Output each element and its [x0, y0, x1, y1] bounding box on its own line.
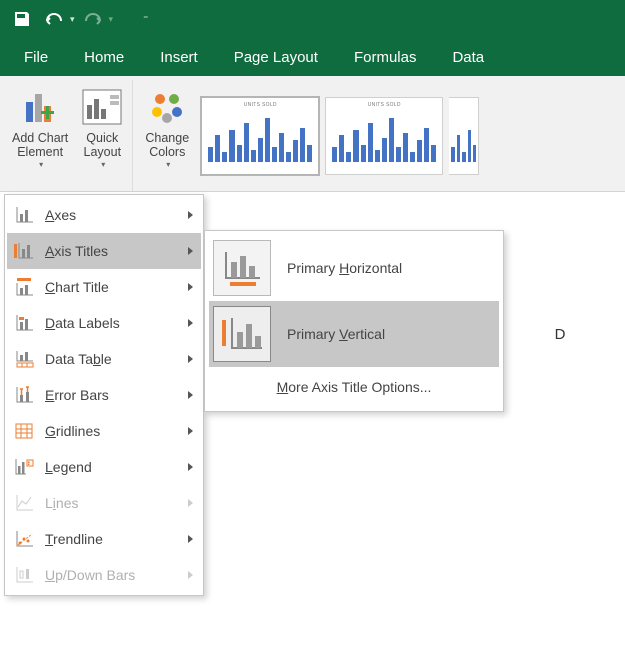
menu-item-axes[interactable]: Axes — [7, 197, 201, 233]
updown-bars-icon — [14, 566, 34, 584]
tab-insert[interactable]: Insert — [142, 38, 216, 76]
tab-home[interactable]: Home — [66, 38, 142, 76]
data-table-icon — [14, 350, 34, 368]
undo-icon — [44, 11, 64, 27]
submenu-primary-vertical[interactable]: Primary Vertical — [209, 301, 499, 367]
menu-item-legend[interactable]: Legend — [7, 449, 201, 485]
chart-styles-gallery: UNITS SOLD UNITS SOLD — [195, 91, 485, 181]
ribbon-group-chart-layouts: Add Chart Element▾ Quick Layout▾ — [4, 80, 133, 191]
submenu-arrow-icon — [188, 283, 193, 291]
undo-button[interactable] — [40, 5, 68, 33]
menu-label: Axes — [45, 207, 178, 223]
quick-layout-button[interactable]: Quick Layout▾ — [74, 82, 130, 189]
add-chart-element-label: Add Chart Element — [12, 131, 68, 160]
menu-item-data-table[interactable]: Data Table — [7, 341, 201, 377]
menu-item-lines: Lines — [7, 485, 201, 521]
chevron-down-icon: ▾ — [166, 160, 170, 169]
menu-item-gridlines[interactable]: Gridlines — [7, 413, 201, 449]
submenu-arrow-icon — [188, 391, 193, 399]
column-header-d[interactable]: D — [520, 323, 600, 345]
menu-item-updown-bars: Up/Down Bars — [7, 557, 201, 593]
more-options-label: More Axis Title Options... — [277, 379, 432, 395]
menu-item-trendline[interactable]: Trendline — [7, 521, 201, 557]
tab-data[interactable]: Data — [434, 38, 502, 76]
chart-style-2[interactable]: UNITS SOLD — [325, 97, 443, 175]
submenu-primary-horizontal[interactable]: Primary Horizontal — [209, 235, 499, 301]
save-icon — [13, 10, 31, 28]
submenu-arrow-icon — [188, 463, 193, 471]
submenu-arrow-icon — [188, 319, 193, 327]
tab-file[interactable]: File — [6, 38, 66, 76]
submenu-arrow-icon — [188, 427, 193, 435]
submenu-more-options[interactable]: More Axis Title Options... — [209, 367, 499, 407]
chart-style-3[interactable] — [449, 97, 479, 175]
chart-thumb-title: UNITS SOLD — [326, 102, 442, 108]
tab-page-layout[interactable]: Page Layout — [216, 38, 336, 76]
redo-icon — [83, 11, 103, 27]
primary-horizontal-icon — [220, 248, 264, 288]
menu-label: Gridlines — [45, 423, 178, 439]
chart-thumb-title: UNITS SOLD — [202, 102, 318, 108]
qat-customize-caret[interactable]: ⁼ — [143, 14, 148, 25]
gridlines-icon — [14, 422, 34, 440]
submenu-arrow-icon — [188, 571, 193, 579]
menu-label: Axis Titles — [45, 243, 178, 259]
submenu-arrow-icon — [188, 499, 193, 507]
menu-label: Data Labels — [45, 315, 178, 331]
menu-label: Trendline — [45, 531, 178, 547]
dropdown-caret-icon[interactable]: ▾ — [70, 14, 75, 25]
submenu-arrow-icon — [188, 355, 193, 363]
tab-formulas[interactable]: Formulas — [336, 38, 435, 76]
menu-label: Data Table — [45, 351, 178, 367]
menu-label: Lines — [45, 495, 178, 511]
trendline-icon — [14, 530, 34, 548]
add-chart-element-button[interactable]: Add Chart Element▾ — [6, 82, 74, 189]
add-chart-element-menu: Axes Axis Titles Chart Title Data Labels… — [4, 194, 204, 596]
axes-icon — [14, 206, 34, 224]
submenu-arrow-icon — [188, 211, 193, 219]
menu-label: Up/Down Bars — [45, 567, 178, 583]
axis-titles-icon — [14, 242, 34, 260]
submenu-label: Primary Vertical — [287, 326, 385, 342]
menu-label: Legend — [45, 459, 178, 475]
error-bars-icon — [14, 386, 34, 404]
change-colors-button[interactable]: Change Colors▾ — [139, 82, 195, 189]
ribbon-group-chart-styles: Change Colors▾ UNITS SOLD UNITS SOLD — [133, 80, 487, 191]
redo-button[interactable] — [79, 5, 107, 33]
dropdown-caret-icon[interactable]: ▾ — [109, 14, 114, 25]
data-labels-icon — [14, 314, 34, 332]
title-bar: ▾ ▾ ⁼ — [0, 0, 625, 38]
quick-layout-icon — [82, 89, 122, 125]
primary-vertical-icon — [220, 314, 264, 354]
chevron-down-icon: ▾ — [39, 160, 43, 169]
ribbon: Add Chart Element▾ Quick Layout▾ — [0, 76, 625, 192]
menu-item-error-bars[interactable]: Error Bars — [7, 377, 201, 413]
submenu-label: Primary Horizontal — [287, 260, 402, 276]
change-colors-label: Change Colors — [145, 131, 189, 160]
chevron-down-icon: ▾ — [101, 160, 105, 169]
axis-titles-submenu: Primary Horizontal Primary Vertical More… — [204, 230, 504, 412]
ribbon-tabs: File Home Insert Page Layout Formulas Da… — [0, 38, 625, 76]
add-chart-element-icon — [21, 88, 59, 126]
submenu-arrow-icon — [188, 247, 193, 255]
submenu-arrow-icon — [188, 535, 193, 543]
chart-style-1[interactable]: UNITS SOLD — [201, 97, 319, 175]
quick-layout-label: Quick Layout — [84, 131, 122, 160]
menu-item-data-labels[interactable]: Data Labels — [7, 305, 201, 341]
menu-item-chart-title[interactable]: Chart Title — [7, 269, 201, 305]
lines-icon — [14, 494, 34, 512]
chart-title-icon — [14, 278, 34, 296]
save-button[interactable] — [8, 5, 36, 33]
menu-item-axis-titles[interactable]: Axis Titles — [7, 233, 201, 269]
menu-label: Chart Title — [45, 279, 178, 295]
change-colors-icon — [148, 90, 186, 124]
menu-label: Error Bars — [45, 387, 178, 403]
legend-icon — [14, 458, 34, 476]
